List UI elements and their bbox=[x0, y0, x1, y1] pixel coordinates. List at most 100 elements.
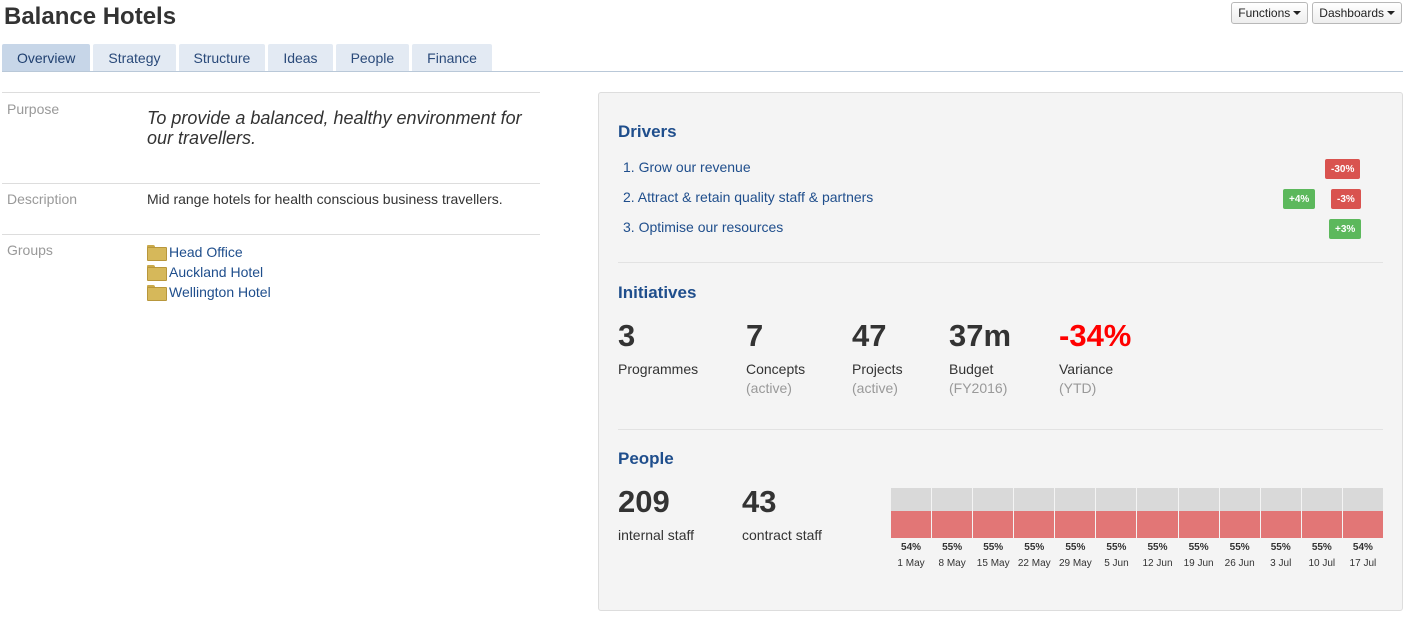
stat-value: 47 bbox=[852, 318, 887, 353]
utilisation-bar[interactable] bbox=[1137, 488, 1178, 538]
group-link-wellington-hotel[interactable]: Wellington Hotel bbox=[169, 284, 271, 300]
utilisation-date: 3 Jul bbox=[1270, 558, 1292, 569]
utilisation-bar[interactable] bbox=[1014, 488, 1055, 538]
tab-strategy[interactable]: Strategy bbox=[93, 44, 176, 71]
utilisation-bar[interactable] bbox=[1260, 488, 1301, 538]
dashboards-dropdown-button[interactable]: Dashboards bbox=[1312, 2, 1402, 24]
driver-link-optimise-resources[interactable]: 3. Optimise our resources bbox=[623, 219, 783, 235]
stat-projects[interactable]: 47 Projects (active) bbox=[852, 318, 903, 397]
groups-list: Head Office Auckland Hotel Wellington Ho… bbox=[147, 242, 540, 302]
page-title: Balance Hotels bbox=[4, 3, 177, 30]
utilisation-percent: 54% bbox=[1352, 542, 1373, 553]
group-item[interactable]: Head Office bbox=[147, 242, 540, 262]
utilisation-bar-label: 55% 8 May bbox=[932, 542, 972, 570]
stat-sublabel: (active) bbox=[852, 380, 898, 396]
utilisation-bar-fill bbox=[973, 510, 1014, 538]
tab-overview[interactable]: Overview bbox=[2, 44, 91, 71]
utilisation-bar[interactable] bbox=[1055, 488, 1096, 538]
stat-value: 43 bbox=[742, 484, 777, 519]
stat-value: 7 bbox=[746, 318, 764, 353]
driver-badge: +4% bbox=[1283, 189, 1316, 209]
utilisation-date: 29 May bbox=[1058, 558, 1092, 569]
initiatives-title[interactable]: Initiatives bbox=[618, 283, 696, 303]
utilisation-bar-chart bbox=[891, 488, 1383, 538]
stat-sublabel: (active) bbox=[746, 380, 792, 396]
people-title[interactable]: People bbox=[618, 449, 674, 469]
tab-ideas[interactable]: Ideas bbox=[268, 44, 333, 71]
top-button-group: Functions Dashboards bbox=[1231, 2, 1402, 24]
driver-badge: +3% bbox=[1329, 219, 1362, 239]
utilisation-bar-fill bbox=[1096, 510, 1137, 538]
groups-row: Groups Head Office Auckland Hotel Wellin… bbox=[2, 234, 540, 302]
dashboards-label: Dashboards bbox=[1319, 6, 1384, 20]
utilisation-percent: 55% bbox=[1188, 542, 1209, 553]
utilisation-bar[interactable] bbox=[932, 488, 973, 538]
utilisation-bar[interactable] bbox=[973, 488, 1014, 538]
caret-down-icon bbox=[1293, 11, 1302, 15]
functions-dropdown-button[interactable]: Functions bbox=[1231, 2, 1309, 24]
group-item[interactable]: Wellington Hotel bbox=[147, 282, 540, 302]
utilisation-bar-fill bbox=[1260, 510, 1301, 538]
utilisation-date: 22 May bbox=[1017, 558, 1051, 569]
tab-people[interactable]: People bbox=[335, 44, 410, 71]
purpose-value: To provide a balanced, healthy environme… bbox=[147, 108, 522, 148]
utilisation-date: 19 Jun bbox=[1183, 558, 1214, 569]
stat-sublabel: (YTD) bbox=[1059, 380, 1097, 396]
utilisation-bar[interactable] bbox=[1301, 488, 1342, 538]
utilisation-date: 17 Jul bbox=[1349, 558, 1377, 569]
driver-badge: -30% bbox=[1325, 159, 1361, 179]
utilisation-bar-fill bbox=[1342, 511, 1383, 538]
stat-value: 209 bbox=[618, 484, 670, 519]
utilisation-bar-label: 55% 29 May bbox=[1055, 542, 1095, 570]
utilisation-bar-label: 54% 1 May bbox=[891, 542, 931, 570]
section-divider bbox=[618, 262, 1383, 263]
stat-budget[interactable]: 37m Budget (FY2016) bbox=[949, 318, 1012, 397]
section-divider bbox=[618, 429, 1383, 430]
utilisation-bar-label: 55% 26 Jun bbox=[1220, 542, 1260, 570]
stat-concepts[interactable]: 7 Concepts (active) bbox=[746, 318, 805, 397]
utilisation-date: 5 Jun bbox=[1104, 558, 1129, 569]
utilisation-bar[interactable] bbox=[1342, 488, 1383, 538]
tab-bar: Overview Strategy Structure Ideas People… bbox=[2, 44, 492, 71]
purpose-label: Purpose bbox=[7, 101, 60, 117]
utilisation-bar[interactable] bbox=[891, 488, 932, 538]
stat-contract-staff[interactable]: 43 contract staff bbox=[742, 484, 822, 544]
driver-link-grow-revenue[interactable]: 1. Grow our revenue bbox=[623, 159, 751, 175]
stat-label: internal staff bbox=[618, 527, 695, 543]
utilisation-bar[interactable] bbox=[1096, 488, 1137, 538]
utilisation-percent: 55% bbox=[1229, 542, 1250, 553]
utilisation-bar[interactable] bbox=[1178, 488, 1219, 538]
group-item[interactable]: Auckland Hotel bbox=[147, 262, 540, 282]
group-link-auckland-hotel[interactable]: Auckland Hotel bbox=[169, 264, 263, 280]
groups-label: Groups bbox=[7, 242, 53, 258]
group-link-head-office[interactable]: Head Office bbox=[169, 244, 243, 260]
utilisation-bar-label: 55% 19 Jun bbox=[1179, 542, 1219, 570]
stat-internal-staff[interactable]: 209 internal staff bbox=[618, 484, 695, 544]
utilisation-bar-label: 55% 22 May bbox=[1014, 542, 1054, 570]
tab-finance[interactable]: Finance bbox=[412, 44, 492, 71]
utilisation-bar-label: 55% 10 Jul bbox=[1302, 542, 1342, 570]
utilisation-percent: 55% bbox=[1311, 542, 1332, 553]
utilisation-bar-label: 55% 5 Jun bbox=[1096, 542, 1136, 570]
purpose-row: Purpose To provide a balanced, healthy e… bbox=[2, 92, 540, 183]
driver-link-attract-retain[interactable]: 2. Attract & retain quality staff & part… bbox=[623, 189, 873, 205]
tab-structure[interactable]: Structure bbox=[178, 44, 266, 71]
utilisation-date: 26 Jun bbox=[1224, 558, 1255, 569]
utilisation-percent: 55% bbox=[1106, 542, 1127, 553]
stat-label: Budget bbox=[949, 361, 994, 377]
utilisation-bar-fill bbox=[1055, 510, 1096, 538]
utilisation-date: 8 May bbox=[938, 558, 966, 569]
drivers-title[interactable]: Drivers bbox=[618, 122, 677, 142]
utilisation-bar-fill bbox=[1014, 510, 1055, 538]
utilisation-bar-fill bbox=[1178, 510, 1219, 538]
utilisation-percent: 54% bbox=[901, 542, 922, 553]
stat-programmes[interactable]: 3 Programmes bbox=[618, 319, 699, 378]
functions-label: Functions bbox=[1238, 6, 1291, 20]
utilisation-bar[interactable] bbox=[1219, 488, 1260, 538]
tab-underline bbox=[2, 71, 1403, 72]
stat-label: Programmes bbox=[618, 361, 699, 377]
stat-variance[interactable]: -34% Variance (YTD) bbox=[1059, 319, 1131, 397]
utilisation-bar-fill bbox=[1219, 510, 1260, 538]
stat-value: 37m bbox=[949, 318, 1012, 353]
details-list: Purpose To provide a balanced, healthy e… bbox=[2, 92, 540, 302]
